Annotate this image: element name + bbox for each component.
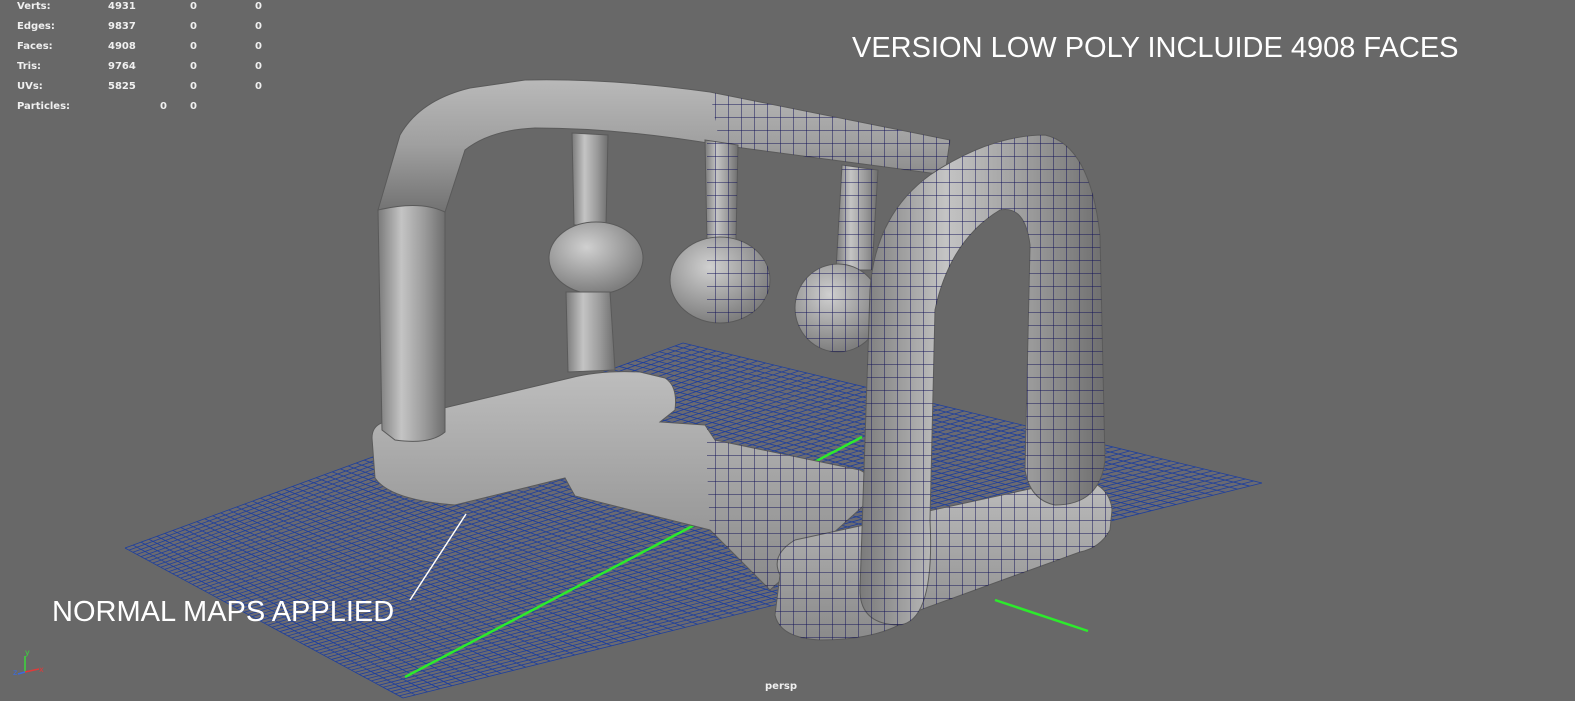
hud-value: 0 bbox=[190, 21, 197, 32]
axis-y-label: y bbox=[25, 648, 30, 657]
hud-label: Edges: bbox=[17, 21, 55, 32]
camera-label: persp bbox=[765, 681, 797, 692]
hud-value: 9837 bbox=[108, 21, 136, 32]
hud-value: 4908 bbox=[108, 41, 136, 52]
axis-z-label: z bbox=[13, 668, 17, 677]
hud-label: Verts: bbox=[17, 1, 51, 12]
hud-value: 0 bbox=[255, 41, 262, 52]
hud-value: 0 bbox=[255, 81, 262, 92]
hud-value: 5825 bbox=[108, 81, 136, 92]
normal-maps-caption: NORMAL MAPS APPLIED bbox=[52, 596, 395, 628]
hud-value: 0 bbox=[255, 1, 262, 12]
hud-label: Faces: bbox=[17, 41, 53, 52]
hud-value: 0 bbox=[255, 61, 262, 72]
hud-value: 0 bbox=[190, 101, 197, 112]
axis-x-label: x bbox=[39, 665, 44, 674]
hud-value: 9764 bbox=[108, 61, 136, 72]
hud-value: 4931 bbox=[108, 1, 136, 12]
hud-value: 0 bbox=[190, 41, 197, 52]
headline-annotation: VERSION LOW POLY INCLUIDE 4908 FACES bbox=[852, 32, 1459, 64]
hud-value: 0 bbox=[160, 101, 167, 112]
hud-value: 0 bbox=[190, 61, 197, 72]
hud-value: 0 bbox=[190, 1, 197, 12]
viewport-3d[interactable]: Verts: 4931 0 0 Edges: 9837 0 0 Faces: 4… bbox=[0, 0, 1575, 701]
hud-label: Tris: bbox=[17, 61, 42, 72]
axis-gizmo-icon: y z x bbox=[13, 648, 44, 677]
hud-value: 0 bbox=[190, 81, 197, 92]
hud-label: UVs: bbox=[17, 81, 43, 92]
hud-value: 0 bbox=[255, 21, 262, 32]
hud-label: Particles: bbox=[17, 101, 71, 112]
